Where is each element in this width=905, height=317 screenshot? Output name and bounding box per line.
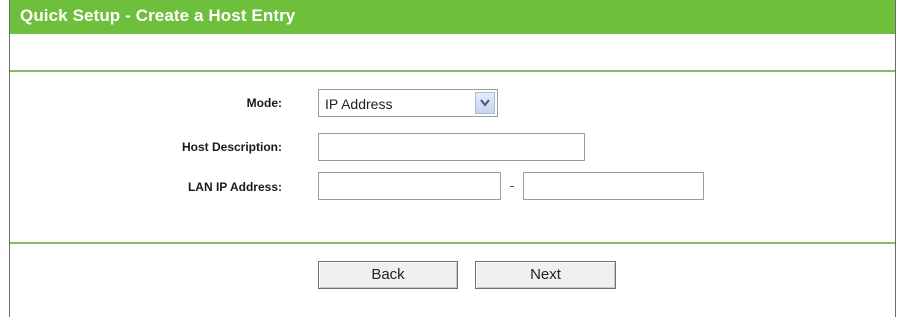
dropdown-button[interactable] [475,92,495,114]
title-bar: Quick Setup - Create a Host Entry [10,0,895,34]
lan-ip-address-label: LAN IP Address: [187,180,282,194]
mode-label: Mode: [246,96,282,110]
mode-select-value: IP Address [325,96,393,112]
mode-select[interactable]: IP Address [318,89,498,117]
host-description-label: Host Description: [181,140,282,154]
bottom-divider [10,242,895,244]
quick-setup-panel: Quick Setup - Create a Host Entry Mode: … [9,0,896,317]
ip-range-separator: - [509,178,515,193]
lan-ip-start-input[interactable] [318,172,501,200]
top-divider [10,70,895,72]
host-description-input[interactable] [318,133,585,161]
page-title: Quick Setup - Create a Host Entry [20,6,296,25]
chevron-down-icon [480,99,490,107]
next-button[interactable]: Next [475,261,616,289]
lan-ip-end-input[interactable] [523,172,704,200]
back-button[interactable]: Back [318,261,458,289]
